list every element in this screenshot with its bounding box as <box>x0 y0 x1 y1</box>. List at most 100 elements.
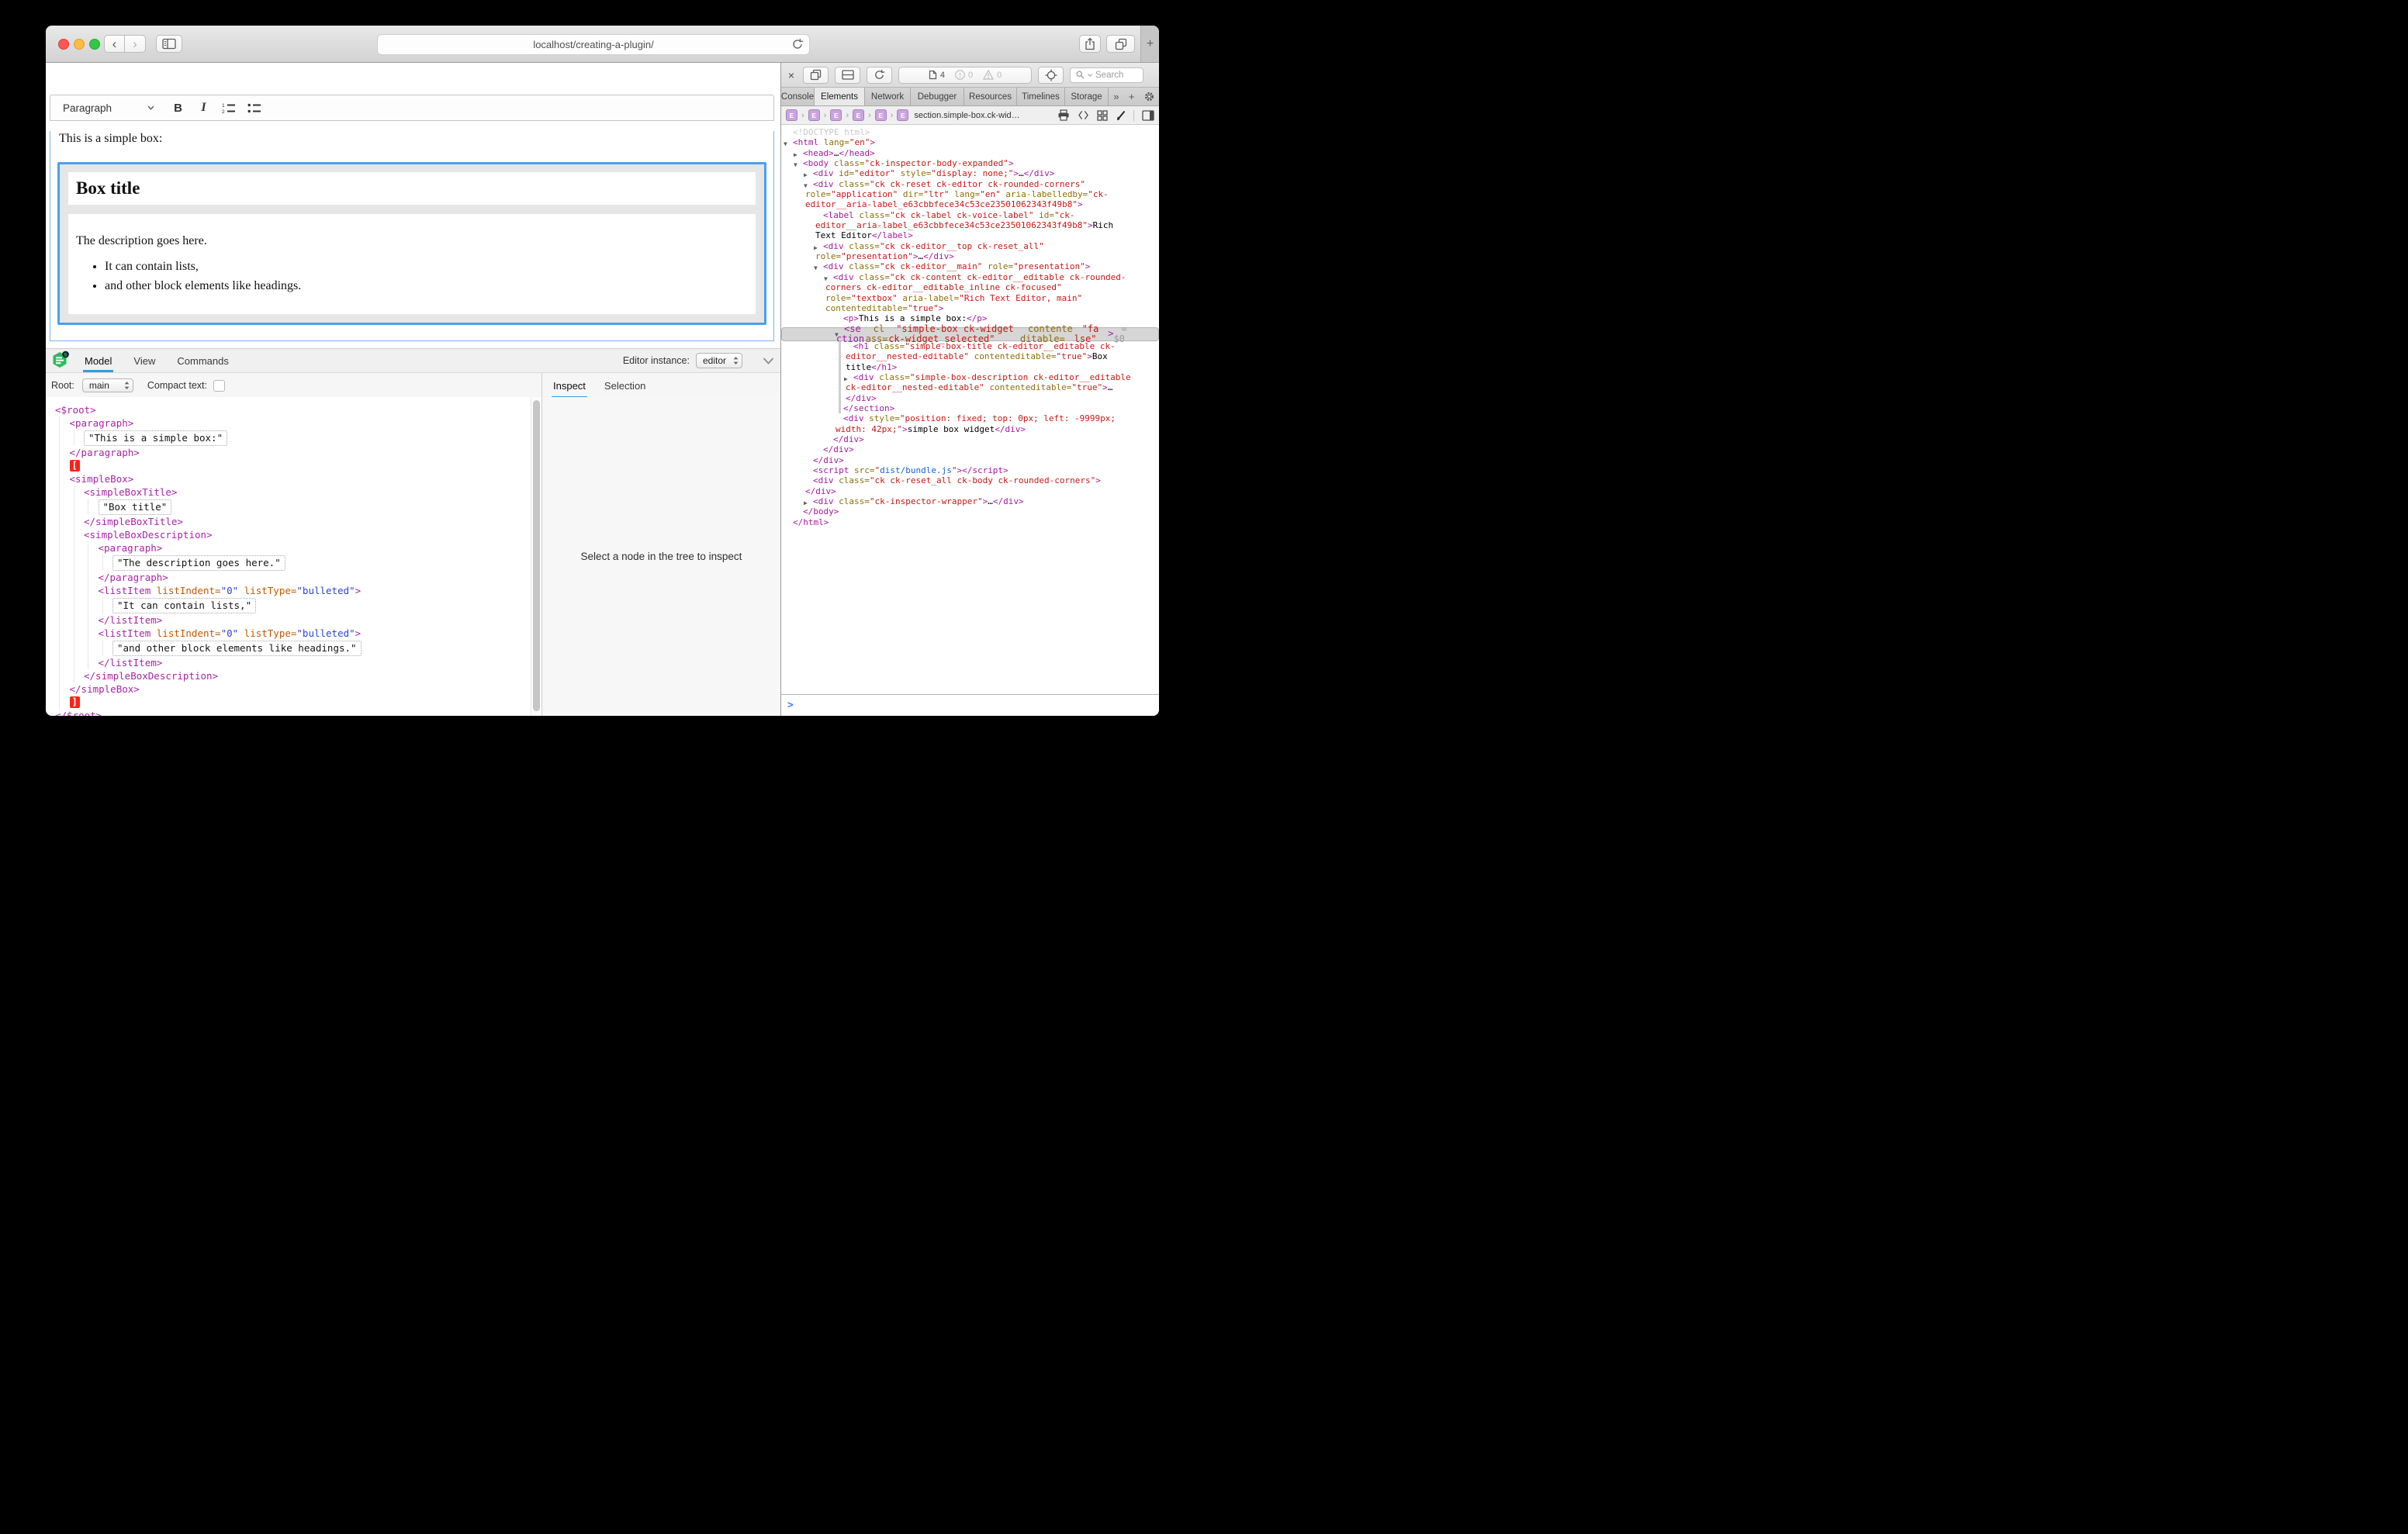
share-button[interactable] <box>1079 35 1101 53</box>
description-list[interactable]: It can contain lists,and other block ele… <box>76 260 748 293</box>
dom-node-row[interactable]: ▼<div class="ck ck-editor__main" role="p… <box>781 261 1159 271</box>
tree-node[interactable]: <listItem listIndent="0" listType="bulle… <box>55 627 531 640</box>
reload-icon[interactable] <box>791 38 804 50</box>
tree-node[interactable]: </simpleBox> <box>55 682 531 696</box>
quick-console[interactable]: > <box>781 694 1159 716</box>
back-button[interactable]: ‹ <box>104 35 125 53</box>
details-sidebar-icon[interactable] <box>1142 110 1154 121</box>
devtools-tab-debugger[interactable]: Debugger <box>911 88 964 105</box>
tree-scrollbar[interactable] <box>531 397 541 716</box>
dom-node-row[interactable]: ▼<html lang="en"> <box>781 137 1159 147</box>
dom-node-row[interactable]: </body> <box>781 506 1159 517</box>
tree-node[interactable]: </simpleBoxDescription> <box>55 669 531 682</box>
tree-node[interactable]: </$root> <box>55 709 531 716</box>
tree-node[interactable]: </paragraph> <box>55 571 531 584</box>
element-badge-icon[interactable]: E <box>786 109 797 121</box>
tree-node[interactable]: "and other block elements like headings.… <box>55 640 531 656</box>
tree-node[interactable]: [ <box>55 459 531 472</box>
resource-status-button[interactable]: 4 0 0 <box>898 67 1032 84</box>
code-brackets-icon[interactable] <box>1078 110 1089 120</box>
scrollbar-thumb[interactable] <box>533 400 540 711</box>
gear-icon[interactable] <box>1144 92 1154 102</box>
dock-window-button[interactable] <box>803 67 829 84</box>
tree-node[interactable]: "Box title" <box>55 499 531 515</box>
disclosure-open-icon[interactable]: ▼ <box>835 330 839 340</box>
tab-view[interactable]: View <box>132 349 157 372</box>
breadcrumb-selected-node[interactable]: section.simple-box.ck-wid… <box>914 111 1019 120</box>
dom-node-row[interactable]: <div class="ck ck-reset_all ck-body ck-r… <box>781 475 1159 496</box>
sidebar-button[interactable] <box>156 35 182 53</box>
collapse-inspector-icon[interactable] <box>763 358 774 364</box>
add-tab-icon[interactable]: + <box>1129 91 1135 102</box>
tree-node[interactable]: <simpleBox> <box>55 472 531 485</box>
dom-node-row[interactable]: ▼<div class="ck ck-content ck-editor__ed… <box>781 272 1159 313</box>
disclosure-open-icon[interactable]: ▼ <box>824 274 828 284</box>
dom-node-row[interactable]: ▶<div id="editor" style="display: none;"… <box>781 168 1159 178</box>
dom-node-row[interactable]: </div> <box>781 455 1159 465</box>
tree-node[interactable]: </listItem> <box>55 656 531 669</box>
tree-node[interactable]: <listItem listIndent="0" listType="bulle… <box>55 584 531 597</box>
compact-text-checkbox[interactable] <box>213 380 225 392</box>
tree-node[interactable]: <simpleBoxTitle> <box>55 485 531 499</box>
simple-box-title[interactable]: Box title <box>68 172 756 205</box>
dom-node-row[interactable]: ▶<div class="simple-box-description ck-e… <box>781 372 1159 403</box>
dom-node-row[interactable]: ▶<head>…</head> <box>781 148 1159 158</box>
tab-overview-button[interactable] <box>1106 35 1135 53</box>
disclosure-open-icon[interactable]: ▼ <box>804 181 808 191</box>
element-badge-icon[interactable]: E <box>875 109 887 121</box>
element-picker-button[interactable] <box>1038 67 1064 84</box>
dom-node-row[interactable]: <script src="dist/bundle.js"></script> <box>781 465 1159 475</box>
devtools-tab-elements[interactable]: Elements <box>815 88 865 105</box>
tree-node[interactable]: ] <box>55 696 531 709</box>
tree-node[interactable]: "The description goes here." <box>55 555 531 571</box>
devtools-tab-storage[interactable]: Storage <box>1065 88 1109 105</box>
tree-node[interactable]: <simpleBoxDescription> <box>55 528 531 541</box>
element-badge-icon[interactable]: E <box>830 109 842 121</box>
dom-node-row[interactable]: <!DOCTYPE html> <box>781 127 1159 137</box>
tab-selection[interactable]: Selection <box>603 373 647 399</box>
tree-node[interactable]: "This is a simple box:" <box>55 430 531 446</box>
dom-node-row[interactable]: ▼<div class="ck ck-reset ck-editor ck-ro… <box>781 179 1159 210</box>
dom-node-row[interactable]: <label class="ck ck-label ck-voice-label… <box>781 210 1159 241</box>
dom-node-row[interactable]: ▼<body class="ck-inspector-body-expanded… <box>781 158 1159 168</box>
numbered-list-button[interactable]: 12 <box>216 96 242 119</box>
dom-node-row[interactable]: </html> <box>781 517 1159 527</box>
styles-brush-icon[interactable] <box>1116 110 1126 121</box>
dom-node-row[interactable]: <h1 class="simple-box-title ck-editor__e… <box>781 341 1159 372</box>
paragraph-dropdown[interactable]: Paragraph <box>50 102 160 114</box>
tree-node[interactable]: <$root> <box>55 403 531 416</box>
dom-node-row[interactable]: </div> <box>781 444 1159 454</box>
bulleted-list-button[interactable] <box>242 96 268 119</box>
dock-bottom-button[interactable] <box>835 67 860 84</box>
dom-node-row[interactable]: ▶<div class="ck-inspector-wrapper">…</di… <box>781 496 1159 506</box>
simple-box-widget[interactable]: Box title The description goes here. It … <box>57 162 766 325</box>
devtools-tab-timelines[interactable]: Timelines <box>1017 88 1065 105</box>
editor-instance-select[interactable]: editor <box>696 353 742 368</box>
editor-editable-area[interactable]: This is a simple box: Box title The desc… <box>50 131 774 341</box>
print-icon[interactable] <box>1057 109 1070 121</box>
tree-node[interactable]: <paragraph> <box>55 541 531 555</box>
devtools-tab-resources[interactable]: Resources <box>964 88 1017 105</box>
tab-inspect[interactable]: Inspect <box>552 373 587 399</box>
tab-overflow-icon[interactable]: » <box>1113 91 1119 102</box>
dom-node-row[interactable]: </div> <box>781 434 1159 444</box>
dom-node-row[interactable]: ▶<div class="ck ck-editor__top ck-reset_… <box>781 241 1159 262</box>
minimize-window-button[interactable] <box>74 39 85 50</box>
root-select[interactable]: main <box>82 378 133 392</box>
element-badge-icon[interactable]: E <box>808 109 820 121</box>
list-item[interactable]: and other block elements like headings. <box>105 279 748 293</box>
dom-node-row[interactable]: ▼<section class="simple-box ck-widget ck… <box>781 327 1159 341</box>
reload-page-button[interactable] <box>867 67 892 84</box>
element-badge-icon[interactable]: E <box>897 109 908 121</box>
tree-node[interactable]: </simpleBoxTitle> <box>55 515 531 528</box>
devtools-tab-network[interactable]: Network <box>865 88 911 105</box>
tree-node[interactable]: <paragraph> <box>55 416 531 430</box>
tree-node[interactable]: "It can contain lists," <box>55 597 531 613</box>
devtools-search-field[interactable]: Search <box>1070 67 1143 83</box>
element-badge-icon[interactable]: E <box>853 109 864 121</box>
disclosure-closed-icon[interactable]: ▶ <box>844 374 848 384</box>
forward-button[interactable]: › <box>125 35 146 53</box>
tab-model[interactable]: Model <box>83 349 113 372</box>
tab-commands[interactable]: Commands <box>175 349 230 372</box>
tree-node[interactable]: </listItem> <box>55 613 531 627</box>
